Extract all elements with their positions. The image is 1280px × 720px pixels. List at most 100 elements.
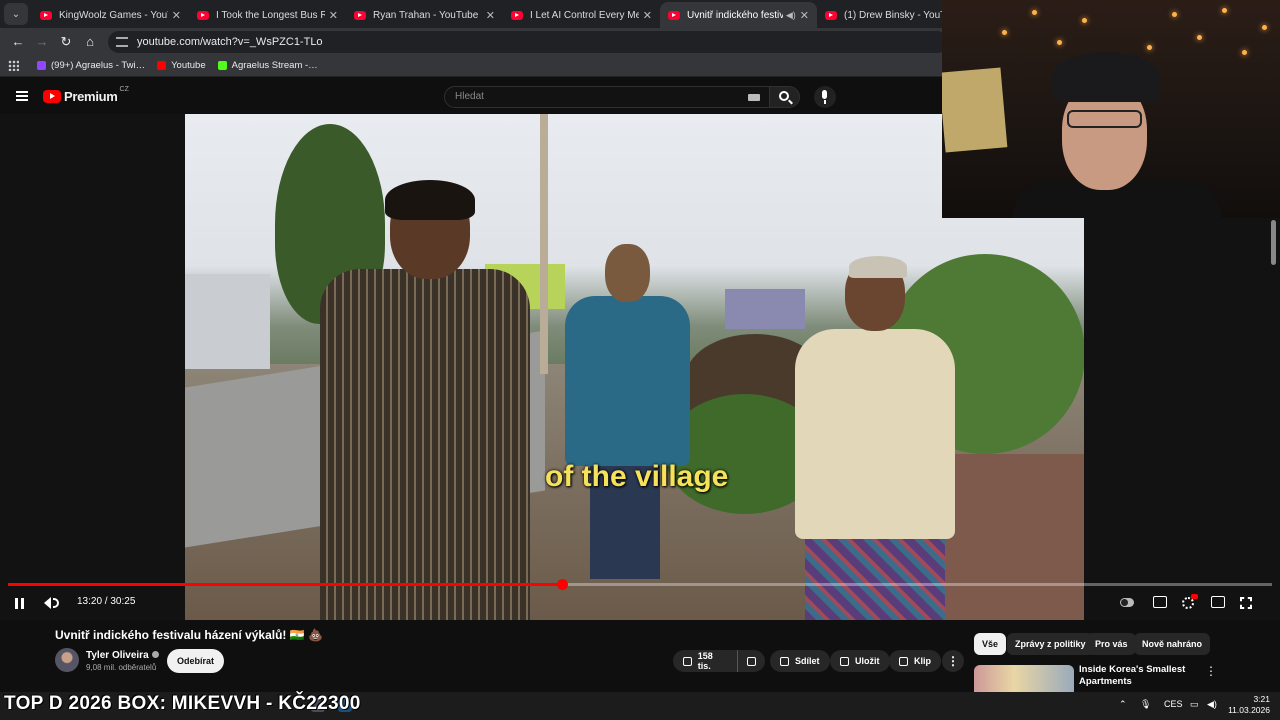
close-icon[interactable]: ✕: [486, 9, 495, 22]
tab-title: KingWoolz Games - YouTube: [59, 9, 168, 21]
video-pole: [540, 114, 548, 374]
tab-title: I Let AI Control Every Meal for 7…: [530, 9, 639, 21]
reload-icon[interactable]: ↻: [54, 31, 78, 53]
logo-text: Premium: [64, 89, 118, 104]
channel-name[interactable]: Tyler Oliveira: [86, 650, 159, 661]
back-arrow-icon[interactable]: ←: [6, 31, 30, 53]
forward-arrow-icon[interactable]: →: [30, 31, 54, 53]
time-display: 13:20 / 30:25: [77, 596, 136, 607]
browser-tab[interactable]: I Took the Longest Bus Ride in a… ✕: [189, 2, 346, 28]
caption-text: of the village: [545, 460, 729, 493]
webcam-glasses: [1067, 110, 1142, 128]
speaker-icon[interactable]: ◀): [786, 10, 796, 21]
chip-politics-news[interactable]: Zprávy z politiky: [1007, 633, 1094, 655]
search-icon: [779, 91, 789, 101]
youtube-favicon-icon: [825, 10, 837, 20]
youtube-logo[interactable]: Premium CZ: [43, 86, 129, 104]
save-label: Uložit: [855, 656, 880, 666]
region-code: CZ: [119, 86, 129, 93]
apps-grid-icon[interactable]: [8, 60, 19, 71]
browser-tab[interactable]: Ryan Trahan - YouTube ✕: [346, 2, 503, 28]
language-indicator[interactable]: CES: [1164, 699, 1183, 709]
video-person: [320, 180, 530, 620]
bookmark-item[interactable]: Youtube: [157, 60, 206, 71]
recommendation-title[interactable]: Inside Korea's Smallest Apartments: [1079, 664, 1189, 688]
url-text: youtube.com/watch?v=_WsPZC1-TLo: [137, 35, 323, 48]
video-wall: [185, 274, 270, 369]
youtube-favicon-icon: [668, 10, 680, 20]
clock-time: 3:21: [1253, 694, 1270, 704]
scissors-icon: [899, 656, 908, 666]
bookmark-icon: [840, 656, 849, 666]
tab-search-button[interactable]: ⌄: [4, 3, 28, 25]
volume-tray-icon[interactable]: ◀): [1207, 699, 1217, 710]
bookmark-label: Youtube: [171, 60, 206, 71]
dislike-button[interactable]: [738, 656, 765, 666]
progress-fill: [8, 583, 562, 586]
close-icon[interactable]: ✕: [800, 9, 809, 22]
current-time: 13:20: [77, 596, 103, 607]
chip-all[interactable]: Vše: [974, 633, 1007, 655]
close-icon[interactable]: ✕: [172, 9, 181, 22]
tab-title: I Took the Longest Bus Ride in a…: [216, 9, 325, 21]
network-icon[interactable]: ▭: [1190, 699, 1199, 710]
screen: ⌄ KingWoolz Games - YouTube ✕ I Took the…: [0, 0, 1280, 720]
browser-tab-active[interactable]: Uvnitř indického festivalu há… ◀) ✕: [660, 2, 817, 28]
search-button[interactable]: [770, 86, 800, 108]
browser-tab[interactable]: KingWoolz Games - YouTube ✕: [32, 2, 189, 28]
search-placeholder: Hledat: [455, 91, 484, 102]
voice-search-icon[interactable]: [814, 86, 836, 108]
webcam-overlay: [942, 0, 1280, 218]
youtube-icon: [157, 61, 167, 70]
tab-title: Uvnitř indického festivalu há…: [687, 9, 783, 21]
scrubber-handle[interactable]: [556, 579, 568, 590]
search-input[interactable]: Hledat: [444, 86, 770, 108]
browser-tab[interactable]: I Let AI Control Every Meal for 7… ✕: [503, 2, 660, 28]
volume-icon[interactable]: [42, 594, 60, 612]
like-button[interactable]: 158 tis.: [673, 650, 738, 672]
bookmark-item[interactable]: (99+) Agraelus - Twi…: [37, 60, 145, 71]
settings-icon[interactable]: [1182, 594, 1198, 609]
avatar[interactable]: [55, 648, 79, 672]
youtube-favicon-icon: [40, 10, 52, 20]
pause-icon[interactable]: [12, 594, 26, 612]
thumbs-up-icon: [683, 656, 692, 666]
subscribe-button[interactable]: Odebírat: [167, 649, 225, 673]
bookmark-label: Agraelus Stream -…: [231, 60, 318, 71]
hd-badge: [1191, 594, 1198, 599]
more-actions-button[interactable]: ⋮: [942, 650, 964, 672]
scrollbar[interactable]: [1271, 220, 1276, 265]
youtube-favicon-icon: [354, 10, 366, 20]
video-title: Uvnitř indického festivalu házení výkalů…: [55, 628, 323, 642]
more-vert-icon[interactable]: ⋮: [1205, 664, 1217, 678]
recommendation-thumbnail[interactable]: [974, 665, 1074, 695]
like-dislike-group: 158 tis.: [673, 650, 765, 672]
close-icon[interactable]: ✕: [643, 9, 652, 22]
progress-bar[interactable]: [8, 579, 1272, 590]
miniplayer-icon[interactable]: [1211, 596, 1225, 608]
tray-chevron-icon[interactable]: ⌃: [1119, 699, 1127, 710]
keyboard-icon[interactable]: [748, 94, 760, 101]
url-bar[interactable]: youtube.com/watch?v=_WsPZC1-TLo: [108, 30, 948, 53]
chip-recently-uploaded[interactable]: Nově nahráno: [1134, 633, 1211, 655]
microphone-icon[interactable]: 🎙: [1140, 699, 1151, 710]
bookmark-item[interactable]: Agraelus Stream -…: [217, 60, 318, 71]
duration: 30:25: [110, 596, 136, 607]
clock[interactable]: 3:21 11.03.2026: [1226, 694, 1270, 716]
channel-name-text[interactable]: Tyler Oliveira: [86, 650, 149, 661]
site-info-icon[interactable]: [116, 36, 128, 47]
home-icon[interactable]: ⌂: [78, 31, 102, 53]
share-button[interactable]: Sdílet: [770, 650, 830, 672]
subtitles-icon[interactable]: [1153, 596, 1167, 608]
subscriber-count: 9,08 mil. odběratelů: [86, 663, 157, 672]
like-count: 158 tis.: [697, 651, 713, 671]
chip-for-you[interactable]: Pro vás: [1087, 633, 1136, 655]
share-icon: [780, 656, 789, 666]
save-button[interactable]: Uložit: [830, 650, 890, 672]
clip-button[interactable]: Klip: [889, 650, 941, 672]
video-house: [725, 289, 805, 329]
video-person: [565, 244, 690, 584]
menu-icon[interactable]: [16, 91, 28, 101]
close-icon[interactable]: ✕: [329, 9, 338, 22]
autoplay-icon[interactable]: [1120, 598, 1134, 607]
